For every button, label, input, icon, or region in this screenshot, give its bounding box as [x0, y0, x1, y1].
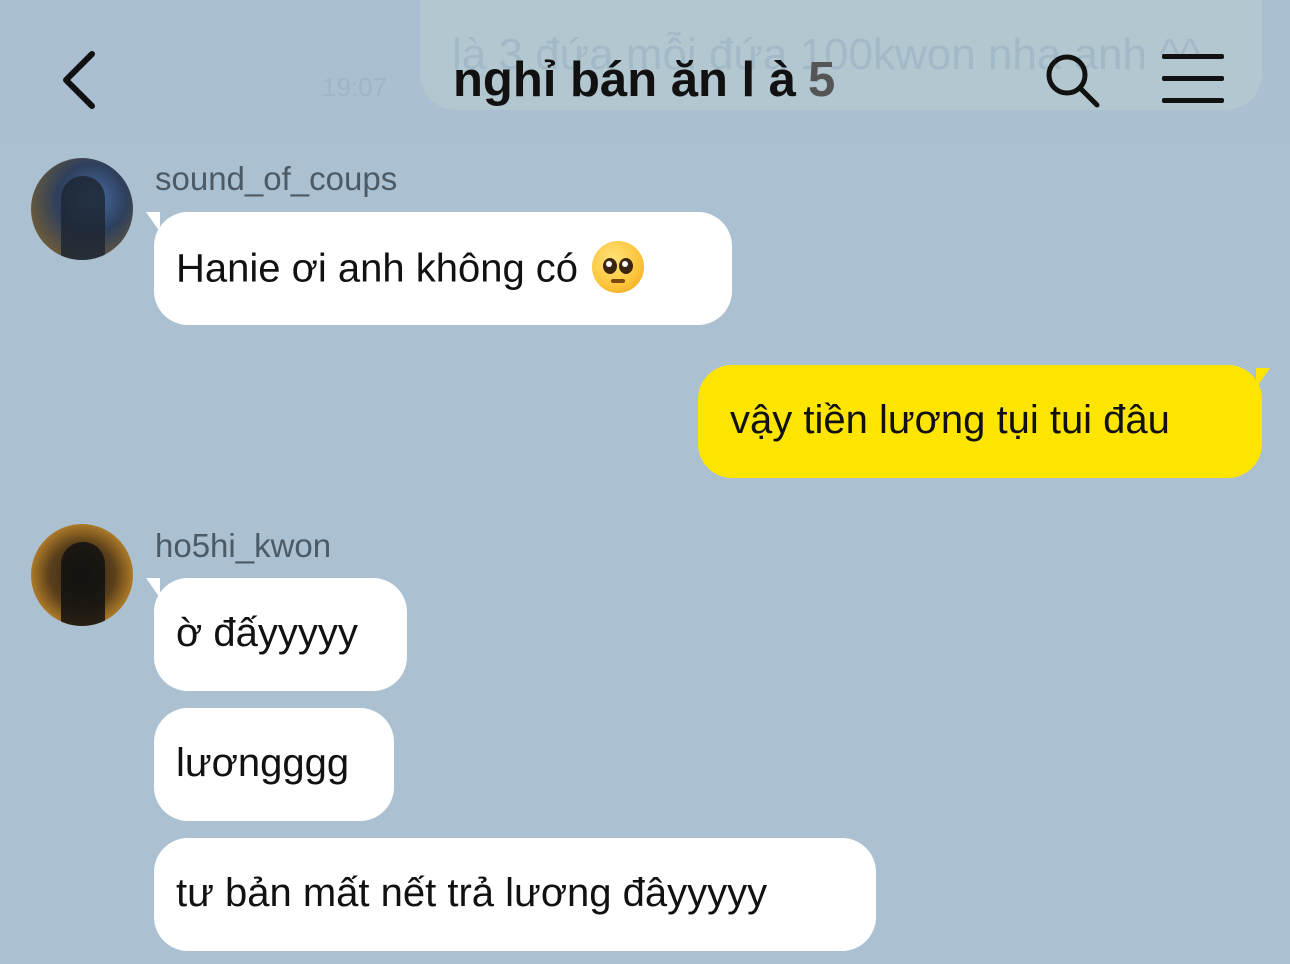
search-icon: [1046, 54, 1100, 108]
chat-title: nghỉ bán ăn l à5: [453, 52, 835, 108]
message-text: tư bản mất nết trả lương đâyyyyy: [176, 871, 768, 915]
message-bubble[interactable]: tư bản mất nết trả lương đâyyyyy: [154, 838, 876, 951]
pinned-message-time: 19:07: [322, 72, 388, 102]
back-button[interactable]: [56, 48, 104, 112]
message-text: Hanie ơi anh không có: [176, 246, 579, 291]
message-text: vậy tiền lương tụi tui đâu: [730, 398, 1170, 442]
my-message-bubble[interactable]: vậy tiền lương tụi tui đâu: [698, 365, 1262, 478]
member-count: 5: [808, 53, 836, 107]
sender-name[interactable]: sound_of_coups: [155, 160, 397, 198]
search-button[interactable]: [1042, 50, 1102, 110]
message-text: lươngggg: [176, 741, 350, 785]
pleading-face-emoji: [592, 241, 645, 293]
avatar[interactable]: [31, 158, 133, 260]
chevron-left-icon: [63, 51, 95, 109]
sender-name[interactable]: ho5hi_kwon: [155, 527, 331, 565]
message-bubble[interactable]: ờ đấyyyyy: [154, 578, 407, 691]
message-text: ờ đấyyyyy: [176, 611, 358, 655]
message-bubble[interactable]: Hanie ơi anh không có: [154, 212, 732, 325]
chat-name: nghỉ bán ăn l à: [453, 53, 797, 107]
menu-icon: [1162, 54, 1224, 59]
menu-button[interactable]: [1162, 54, 1224, 104]
avatar[interactable]: [31, 524, 133, 626]
message-bubble[interactable]: lươngggg: [154, 708, 394, 821]
